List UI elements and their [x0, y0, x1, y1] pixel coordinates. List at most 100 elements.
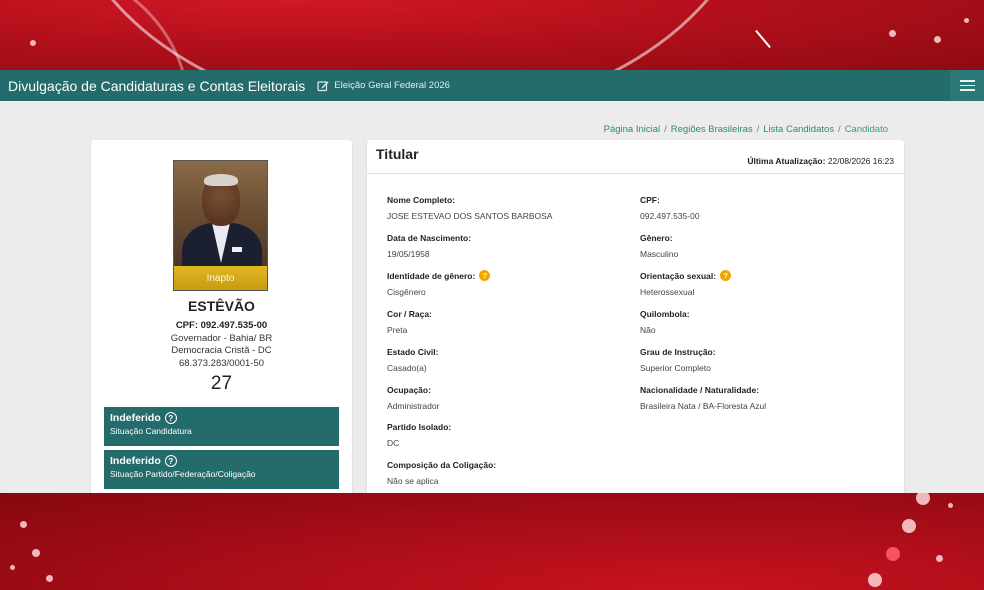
field-value: Superior Completo — [640, 363, 711, 373]
candidate-number: 27 — [210, 373, 233, 394]
candidate-name: ESTÊVÃO — [188, 298, 255, 314]
candidate-card: Inapto ESTÊVÃO CPF: 092.497.535-00 Gover… — [91, 140, 352, 493]
candidate-photo: Inapto — [173, 160, 268, 291]
details-title: Titular — [376, 146, 419, 162]
breadcrumb-current: Candidato — [844, 124, 888, 135]
field-education: Grau de Instrução: Superior Completo — [640, 347, 716, 373]
app-title[interactable]: Divulgação de Candidaturas e Contas Elei… — [8, 78, 305, 94]
last-updated: Última Atualização: 22/08/2026 16:23 — [747, 156, 894, 166]
field-gender: Gênero: Masculino — [640, 233, 678, 259]
hamburger-icon-line — [959, 89, 975, 91]
decorative-dot — [936, 555, 943, 562]
decorative-line — [755, 29, 771, 49]
field-gender-identity: Identidade de gênero: ? Cisgênero — [387, 270, 491, 297]
breadcrumb-candidate-list[interactable]: Lista Candidatos — [763, 124, 834, 135]
status-title: Indeferido — [110, 455, 161, 467]
field-value: Casado(a) — [387, 363, 427, 373]
field-full-name: Nome Completo: JOSE ESTEVAO DOS SANTOS B… — [387, 195, 552, 221]
menu-button[interactable] — [950, 70, 984, 101]
breadcrumb-separator: / — [838, 124, 841, 135]
last-updated-label: Última Atualização: — [747, 156, 826, 166]
candidate-cpf: CPF: 092.497.535-00 — [175, 320, 268, 331]
field-label-text: Identidade de gênero: — [387, 270, 476, 281]
field-label: Partido Isolado: — [387, 422, 452, 432]
field-value: 19/05/1958 — [387, 249, 430, 259]
decorative-dot — [10, 565, 15, 570]
candidate-info: CPF: 092.497.535-00 Governador - Bahia/ … — [91, 320, 352, 370]
field-label: Composição da Coligação: — [387, 460, 497, 470]
field-value: 092.497.535-00 — [640, 211, 700, 221]
field-value: Heterossexual — [640, 287, 695, 297]
field-value: DC — [387, 438, 400, 448]
election-name: Eleição Geral Federal 2026 — [334, 80, 450, 91]
field-label: Gênero: — [640, 233, 673, 243]
candidate-office: Governador - Bahia/ BR — [170, 332, 273, 344]
help-icon[interactable]: ? — [164, 412, 177, 424]
field-occupation: Ocupação: Administrador — [387, 385, 439, 411]
field-sexual-orientation: Orientação sexual: ? Heterossexual — [640, 270, 732, 297]
last-updated-value: 22/08/2026 16:23 — [827, 156, 894, 166]
field-label: Nome Completo: — [387, 195, 455, 205]
field-race: Cor / Raça: Preta — [387, 309, 432, 335]
background-banner-top — [0, 0, 984, 70]
main-content: Página Inicial / Regiões Brasileiras / L… — [0, 101, 984, 493]
field-nationality: Nacionalidade / Naturalidade: Brasileira… — [640, 385, 766, 411]
status-party: Indeferido ? Situação Partido/Federação/… — [104, 450, 339, 489]
decorative-dot — [32, 549, 40, 557]
background-banner-bottom — [0, 493, 984, 590]
details-header: Titular Última Atualização: 22/08/2026 1… — [367, 140, 904, 174]
breadcrumb-separator: / — [756, 124, 760, 135]
field-label: Grau de Instrução: — [640, 347, 716, 357]
status-title: Indeferido — [110, 412, 161, 424]
field-label: Orientação sexual: ? — [640, 270, 732, 281]
photo-pocket-square — [232, 247, 242, 252]
hamburger-icon-line — [959, 80, 975, 82]
decorative-dot — [948, 503, 953, 508]
field-label: Nacionalidade / Naturalidade: — [640, 385, 760, 395]
field-value: Preta — [387, 325, 408, 335]
info-icon[interactable]: ? — [479, 270, 491, 281]
decorative-dot — [868, 573, 882, 587]
photo-hair — [204, 174, 238, 186]
field-value: Cisgênero — [387, 287, 426, 297]
candidate-party: Democracia Cristã - DC — [171, 345, 272, 356]
decorative-dot — [902, 519, 916, 533]
pencil-square-icon — [317, 80, 329, 91]
breadcrumb: Página Inicial / Regiões Brasileiras / L… — [604, 124, 888, 135]
field-label: Cor / Raça: — [387, 309, 432, 319]
decorative-dot — [46, 575, 53, 582]
field-birth-date: Data de Nascimento: 19/05/1958 — [387, 233, 471, 259]
status-subtitle: Situação Candidatura — [110, 426, 192, 436]
field-value: Não se aplica — [387, 476, 439, 486]
decorative-dot — [964, 18, 969, 23]
field-value: Masculino — [640, 249, 679, 259]
decorative-dot — [886, 547, 900, 561]
decorative-dot — [30, 40, 36, 46]
field-value: Não — [640, 325, 656, 335]
field-value: Administrador — [387, 401, 440, 411]
field-quilombola: Quilombola: Não — [640, 309, 690, 335]
breadcrumb-regions[interactable]: Regiões Brasileiras — [671, 124, 753, 135]
field-value: Brasileira Nata / BA-Floresta Azul — [640, 401, 767, 411]
field-marital-status: Estado Civil: Casado(a) — [387, 347, 438, 373]
field-label: Data de Nascimento: — [387, 233, 472, 243]
field-label: CPF: — [640, 195, 660, 205]
breadcrumb-home[interactable]: Página Inicial — [604, 124, 661, 135]
field-value: JOSE ESTEVAO DOS SANTOS BARBOSA — [387, 211, 553, 221]
decorative-dot — [889, 30, 896, 37]
decorative-dot — [934, 36, 941, 43]
info-icon[interactable]: ? — [720, 270, 732, 281]
field-coalition: Composição da Coligação: Não se aplica — [387, 460, 496, 486]
breadcrumb-separator: / — [664, 124, 667, 135]
election-label[interactable]: Eleição Geral Federal 2026 — [317, 80, 450, 92]
field-label: Identidade de gênero: ? — [387, 270, 491, 281]
status-subtitle: Situação Partido/Federação/Coligação — [110, 469, 256, 479]
field-label: Quilombola: — [640, 309, 690, 319]
field-party: Partido Isolado: DC — [387, 422, 451, 448]
decorative-dot — [20, 521, 27, 528]
help-icon[interactable]: ? — [164, 455, 177, 467]
details-card: Titular Última Atualização: 22/08/2026 1… — [367, 140, 904, 493]
field-label-text: Orientação sexual: — [640, 270, 717, 281]
top-navbar: Divulgação de Candidaturas e Contas Elei… — [0, 70, 984, 101]
field-label: Estado Civil: — [387, 347, 439, 357]
